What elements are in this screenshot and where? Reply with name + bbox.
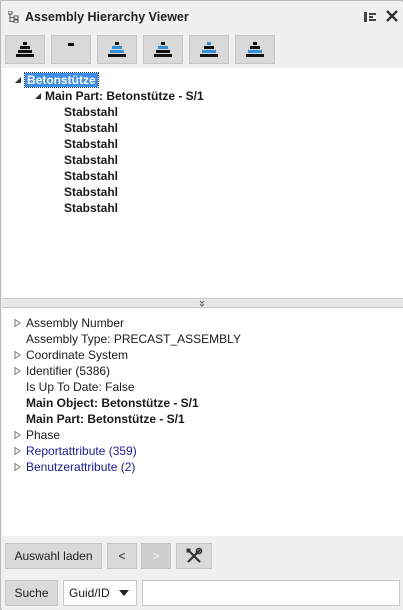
tree-node-child[interactable]: Stabstahl [64, 184, 118, 200]
tree-node-child[interactable]: Stabstahl [64, 104, 118, 120]
property-main-part: Main Part: Betonstütze - S/1 [26, 412, 185, 426]
search-button[interactable]: Suche [5, 580, 58, 606]
tree-node-child[interactable]: Stabstahl [64, 120, 118, 136]
chevron-down-icon [119, 590, 129, 596]
property-up-to-date: Is Up To Date: False [26, 380, 135, 394]
property-main-object: Main Object: Betonstütze - S/1 [26, 396, 199, 410]
property-assembly-type: Assembly Type: PRECAST_ASSEMBLY [26, 332, 241, 346]
expand-right-icon[interactable] [14, 463, 21, 471]
toolbar [2, 32, 403, 68]
tree-node-root[interactable]: Betonstütze [24, 72, 99, 88]
expand-arrow-icon[interactable] [34, 92, 42, 100]
expand-right-icon[interactable] [14, 431, 21, 439]
close-icon[interactable] [385, 9, 399, 23]
action-bar: Auswahl laden < > [2, 536, 403, 576]
property-identifier[interactable]: Identifier (5386) [26, 363, 110, 379]
search-mode-select[interactable]: Guid/ID [63, 580, 137, 606]
toolbar-button-1[interactable] [5, 35, 45, 64]
expand-right-icon[interactable] [14, 447, 21, 455]
assembly-blue-2-icon [200, 41, 218, 57]
assembly-tree-icon [16, 41, 34, 57]
search-mode-value: Guid/ID [69, 586, 110, 600]
expand-right-icon[interactable] [14, 351, 21, 359]
toolbar-button-4[interactable] [143, 35, 183, 64]
previous-button[interactable]: < [107, 543, 137, 569]
search-bar: Suche Guid/ID [2, 576, 403, 610]
splitter-grip-icon [199, 300, 205, 307]
toolbar-button-2[interactable] [51, 35, 91, 64]
property-phase[interactable]: Phase [26, 427, 60, 443]
expand-right-icon[interactable] [14, 367, 21, 375]
tree-node-child[interactable]: Stabstahl [64, 136, 118, 152]
dock-icon[interactable] [363, 10, 377, 24]
properties-panel: Assembly Number Assembly Type: PRECAST_A… [2, 308, 403, 536]
load-selection-button[interactable]: Auswahl laden [5, 543, 102, 569]
viewer-window: Assembly Hierarchy Viewer Betonstütze Ma… [0, 0, 403, 610]
property-assembly-number[interactable]: Assembly Number [26, 315, 124, 331]
toolbar-button-6[interactable] [235, 35, 275, 64]
property-coordinate-system[interactable]: Coordinate System [26, 347, 128, 363]
tree-node-child[interactable]: Stabstahl [64, 200, 118, 216]
pane-splitter[interactable] [2, 298, 403, 308]
expand-arrow-icon[interactable] [14, 76, 22, 84]
tree-node-child[interactable]: Stabstahl [64, 152, 118, 168]
tree-node-main-part[interactable]: Main Part: Betonstütze - S/1 [45, 88, 204, 104]
assembly-select-icon [154, 41, 172, 57]
tools-button[interactable] [176, 543, 212, 569]
expand-right-icon[interactable] [14, 319, 21, 327]
hierarchy-icon [8, 11, 19, 23]
property-report-attributes[interactable]: Reportattribute (359) [26, 443, 137, 459]
toolbar-button-5[interactable] [189, 35, 229, 64]
assembly-select-2-icon [246, 41, 264, 57]
assembly-blue-icon [108, 41, 126, 57]
tools-icon [186, 547, 203, 563]
tree-node-child[interactable]: Stabstahl [64, 168, 118, 184]
search-input[interactable] [142, 580, 400, 606]
tree-node-root-label: Betonstütze [24, 72, 99, 88]
collapse-icon [68, 42, 74, 46]
next-button[interactable]: > [141, 543, 171, 569]
property-user-attributes[interactable]: Benutzerattribute (2) [26, 459, 135, 475]
window-title: Assembly Hierarchy Viewer [25, 10, 189, 24]
assembly-tree: Betonstütze Main Part: Betonstütze - S/1… [2, 68, 403, 298]
title-bar: Assembly Hierarchy Viewer [2, 2, 403, 32]
toolbar-button-3[interactable] [97, 35, 137, 64]
